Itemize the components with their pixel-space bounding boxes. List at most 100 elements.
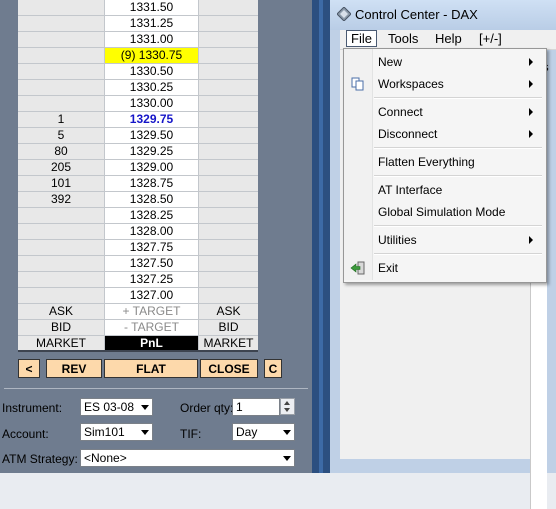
ladder-right-cell[interactable] bbox=[199, 128, 258, 144]
ladder-right-cell[interactable] bbox=[199, 96, 258, 112]
ladder-left-cell[interactable] bbox=[18, 272, 105, 288]
arrow-up-icon[interactable] bbox=[284, 401, 290, 405]
ladder-left-cell[interactable] bbox=[18, 48, 105, 64]
ladder-left-cell[interactable]: 5 bbox=[18, 128, 105, 144]
ladder-right-cell[interactable] bbox=[199, 64, 258, 80]
ladder-left-cell[interactable] bbox=[18, 208, 105, 224]
ladder-left-cell[interactable] bbox=[18, 224, 105, 240]
flatten-button[interactable]: FLAT bbox=[104, 359, 198, 378]
ladder-right-cell[interactable] bbox=[199, 288, 258, 304]
ladder-right-cell[interactable] bbox=[199, 160, 258, 176]
ladder-right-cell[interactable] bbox=[199, 0, 258, 16]
reverse-button[interactable]: REV bbox=[46, 359, 102, 378]
ladder-right-cell[interactable] bbox=[199, 256, 258, 272]
menu-item-exit[interactable]: Exit bbox=[378, 261, 398, 275]
ladder-row: 392 1328.50 bbox=[18, 192, 258, 208]
ladder-left-cell[interactable]: 101 bbox=[18, 176, 105, 192]
window-title-bar[interactable]: Control Center - DAX bbox=[330, 0, 556, 30]
ladder-left-cell[interactable] bbox=[18, 240, 105, 256]
ladder-right-cell[interactable] bbox=[199, 240, 258, 256]
menu-item-new[interactable]: New bbox=[378, 55, 402, 69]
ladder-price-cell[interactable]: 1330.25 bbox=[105, 80, 199, 96]
ladder-left-cell[interactable] bbox=[18, 96, 105, 112]
menu-tools[interactable]: Tools bbox=[384, 30, 422, 48]
ladder-price-cell[interactable]: 1327.25 bbox=[105, 272, 199, 288]
ladder-price-cell[interactable]: 1330.50 bbox=[105, 64, 199, 80]
ladder-left-cell[interactable] bbox=[18, 0, 105, 16]
ladder-right-cell[interactable] bbox=[199, 144, 258, 160]
ladder-price-cell[interactable]: 1327.75 bbox=[105, 240, 199, 256]
ladder-right-cell[interactable] bbox=[199, 224, 258, 240]
ladder-left-cell[interactable] bbox=[18, 288, 105, 304]
menu-item-flatten-everything[interactable]: Flatten Everything bbox=[378, 155, 475, 169]
ladder-price-cell[interactable]: (9) 1330.75 bbox=[105, 48, 199, 64]
ladder-left-cell[interactable]: 392 bbox=[18, 192, 105, 208]
atm-strategy-select[interactable]: <None> bbox=[80, 449, 295, 467]
ladder-left-cell[interactable]: 80 bbox=[18, 144, 105, 160]
ladder-row: 1331.00 bbox=[18, 32, 258, 48]
ladder-left-cell[interactable] bbox=[18, 16, 105, 32]
ladder-left-cell[interactable]: 205 bbox=[18, 160, 105, 176]
instrument-select[interactable]: ES 03-08 bbox=[80, 398, 153, 416]
ladder-price-cell[interactable]: - TARGET bbox=[105, 320, 199, 336]
menu-item-at-interface[interactable]: AT Interface bbox=[378, 183, 442, 197]
ladder-price-cell[interactable]: 1331.25 bbox=[105, 16, 199, 32]
ladder-price-cell[interactable]: 1328.75 bbox=[105, 176, 199, 192]
arrow-down-icon[interactable] bbox=[284, 408, 290, 412]
ladder-right-cell[interactable] bbox=[199, 112, 258, 128]
submenu-arrow-icon bbox=[529, 108, 533, 116]
ladder-right-cell[interactable]: ASK bbox=[199, 304, 258, 320]
ladder-price-cell[interactable]: 1328.00 bbox=[105, 224, 199, 240]
ladder-left-cell[interactable] bbox=[18, 256, 105, 272]
order-qty-input[interactable]: 1 bbox=[232, 398, 280, 416]
price-ladder-panel: 1331.50 1331.25 1331.00 (9) 1330.75 1330.50 1… bbox=[0, 0, 312, 473]
ladder-left-cell[interactable] bbox=[18, 80, 105, 96]
collapse-left-button[interactable]: < bbox=[18, 359, 40, 378]
ladder-left-cell[interactable] bbox=[18, 64, 105, 80]
ladder-left-cell[interactable]: BID bbox=[18, 320, 105, 336]
order-qty-stepper[interactable] bbox=[280, 398, 295, 415]
ladder-price-cell[interactable]: + TARGET bbox=[105, 304, 199, 320]
ladder-price-cell[interactable]: 1331.50 bbox=[105, 0, 199, 16]
ladder-row: 1330.50 bbox=[18, 64, 258, 80]
order-qty-value: 1 bbox=[236, 400, 243, 414]
ladder-price-cell[interactable]: 1331.00 bbox=[105, 32, 199, 48]
ladder-price-cell[interactable]: 1329.75 bbox=[105, 112, 199, 128]
ladder-price-cell[interactable]: 1327.50 bbox=[105, 256, 199, 272]
ladder-price-cell[interactable]: 1330.00 bbox=[105, 96, 199, 112]
ladder-price-cell[interactable]: 1329.50 bbox=[105, 128, 199, 144]
instrument-label: Instrument: bbox=[2, 401, 63, 415]
ladder-right-cell[interactable] bbox=[199, 272, 258, 288]
ladder-right-cell[interactable] bbox=[199, 48, 258, 64]
ladder-price-cell[interactable]: 1329.25 bbox=[105, 144, 199, 160]
ladder-right-cell[interactable] bbox=[199, 32, 258, 48]
ladder-price-cell[interactable]: 1329.00 bbox=[105, 160, 199, 176]
ladder-left-cell[interactable]: 1 bbox=[18, 112, 105, 128]
menu-help[interactable]: Help bbox=[431, 30, 466, 48]
menu-item-workspaces[interactable]: Workspaces bbox=[378, 77, 444, 91]
chevron-down-icon bbox=[141, 405, 149, 410]
ladder-price-cell[interactable]: 1328.50 bbox=[105, 192, 199, 208]
ladder-price-cell[interactable]: 1327.00 bbox=[105, 288, 199, 304]
ladder-right-cell[interactable] bbox=[199, 80, 258, 96]
tif-select[interactable]: Day bbox=[232, 423, 295, 441]
ladder-right-cell[interactable] bbox=[199, 192, 258, 208]
menu-item-connect[interactable]: Connect bbox=[378, 105, 423, 119]
ladder-right-cell[interactable] bbox=[199, 16, 258, 32]
tif-label: TIF: bbox=[180, 427, 202, 441]
menu-item-disconnect[interactable]: Disconnect bbox=[378, 127, 437, 141]
ladder-right-cell[interactable]: BID bbox=[199, 320, 258, 336]
ladder-price-cell[interactable]: 1328.25 bbox=[105, 208, 199, 224]
cancel-orders-button[interactable]: C bbox=[264, 359, 282, 378]
ladder-right-cell[interactable] bbox=[199, 176, 258, 192]
menu-item-global-simulation-mode[interactable]: Global Simulation Mode bbox=[378, 205, 505, 219]
account-select[interactable]: Sim101 bbox=[80, 423, 153, 441]
menu-item-utilities[interactable]: Utilities bbox=[378, 233, 417, 247]
ladder-left-cell[interactable] bbox=[18, 32, 105, 48]
ladder-left-cell[interactable]: ASK bbox=[18, 304, 105, 320]
atm-strategy-value: <None> bbox=[84, 451, 127, 465]
ladder-right-cell[interactable] bbox=[199, 208, 258, 224]
menu-expand[interactable]: [+/-] bbox=[475, 30, 506, 48]
menu-file[interactable]: File bbox=[346, 30, 377, 47]
close-position-button[interactable]: CLOSE bbox=[200, 359, 258, 378]
